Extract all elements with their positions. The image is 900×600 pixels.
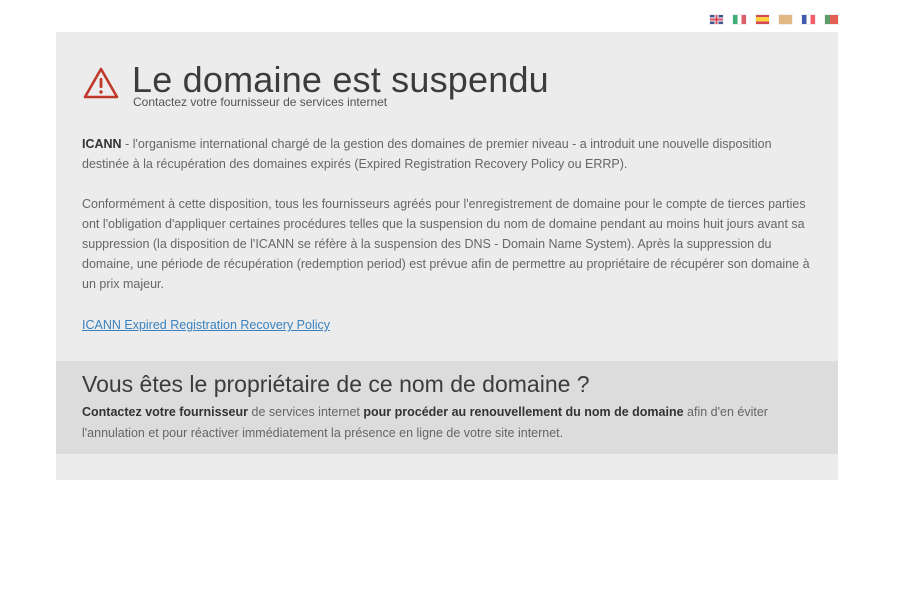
policy-paragraph: Conformément à cette disposition, tous l… xyxy=(82,197,810,291)
owner-strong-2: pour procéder au renouvellement du nom d… xyxy=(363,405,684,419)
language-selector xyxy=(710,15,838,24)
icann-text: - l'organisme international chargé de la… xyxy=(82,137,772,171)
portugal-flag-icon[interactable] xyxy=(825,15,838,24)
france-flag-icon[interactable] xyxy=(802,15,815,24)
owner-section: Vous êtes le propriétaire de ce nom de d… xyxy=(56,361,838,454)
uk-flag-icon[interactable] xyxy=(710,15,723,24)
owner-text-1: de services internet xyxy=(248,405,364,419)
icann-policy-link[interactable]: ICANN Expired Registration Recovery Poli… xyxy=(82,318,330,332)
owner-strong-1: Contactez votre fournisseur xyxy=(82,405,249,419)
warning-icon xyxy=(83,67,119,99)
owner-title: Vous êtes le propriétaire de ce nom de d… xyxy=(82,371,590,397)
title-row: Le domaine est suspendu xyxy=(82,60,549,100)
icann-label: ICANN xyxy=(82,137,122,151)
icann-paragraph: ICANN - l'organisme international chargé… xyxy=(82,134,817,174)
page-title: Le domaine est suspendu xyxy=(132,59,549,100)
page-subtitle: Contactez votre fournisseur de services … xyxy=(133,95,388,109)
italy-flag-icon[interactable] xyxy=(733,15,746,24)
suspension-panel: Le domaine est suspendu Contactez votre … xyxy=(56,32,838,480)
owner-text: Contactez votre fournisseur de services … xyxy=(82,402,817,444)
germany-flag-icon[interactable] xyxy=(779,15,792,24)
spain-flag-icon[interactable] xyxy=(756,15,769,24)
